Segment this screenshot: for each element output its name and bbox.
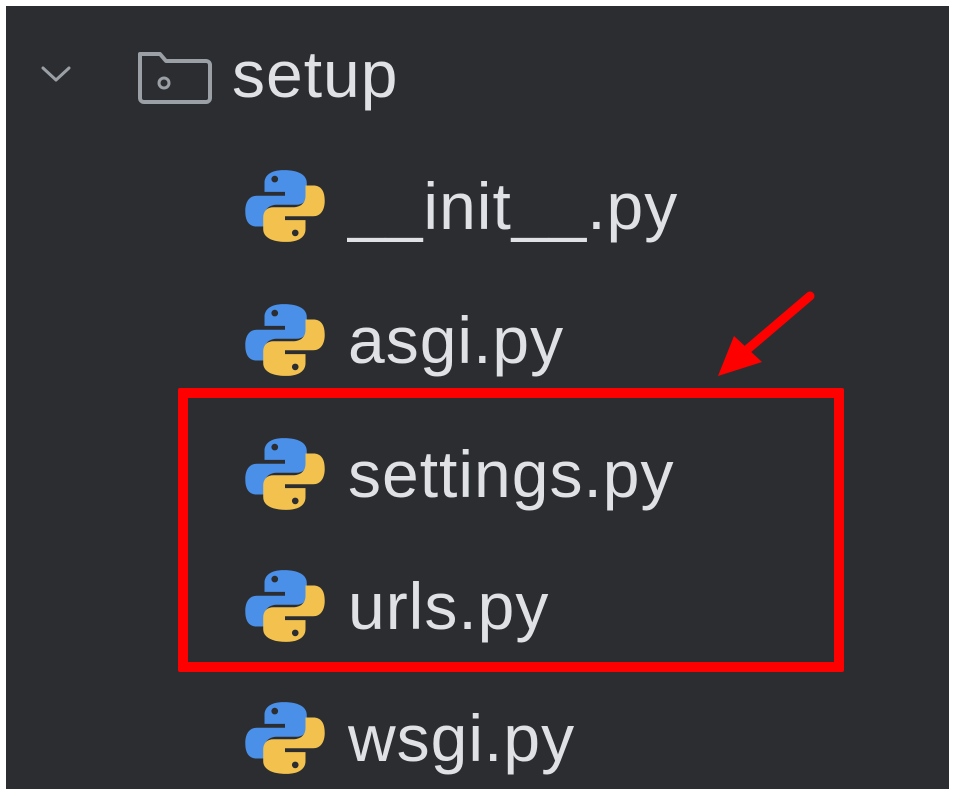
- python-icon: [244, 565, 326, 647]
- file-row-init[interactable]: __init__.py: [244, 146, 678, 266]
- python-icon: [244, 299, 326, 381]
- file-label: settings.py: [348, 437, 675, 511]
- chevron-down-icon[interactable]: [36, 54, 76, 94]
- file-label: __init__.py: [348, 169, 679, 243]
- folder-label: setup: [232, 37, 399, 111]
- python-icon: [244, 433, 326, 515]
- file-row-settings[interactable]: settings.py: [244, 414, 675, 534]
- file-label: urls.py: [348, 569, 550, 643]
- file-row-wsgi[interactable]: wsgi.py: [244, 678, 575, 798]
- file-row-asgi[interactable]: asgi.py: [244, 280, 564, 400]
- python-icon: [244, 697, 326, 779]
- red-arrow-icon: [718, 291, 815, 376]
- file-row-urls[interactable]: urls.py: [244, 546, 549, 666]
- file-label: wsgi.py: [348, 701, 576, 775]
- python-icon: [244, 165, 326, 247]
- file-label: asgi.py: [348, 303, 565, 377]
- folder-row-setup[interactable]: setup: [36, 14, 398, 134]
- project-tree-panel: setup __init__.py asgi.py settings.py ur…: [6, 6, 949, 789]
- folder-icon: [134, 46, 214, 104]
